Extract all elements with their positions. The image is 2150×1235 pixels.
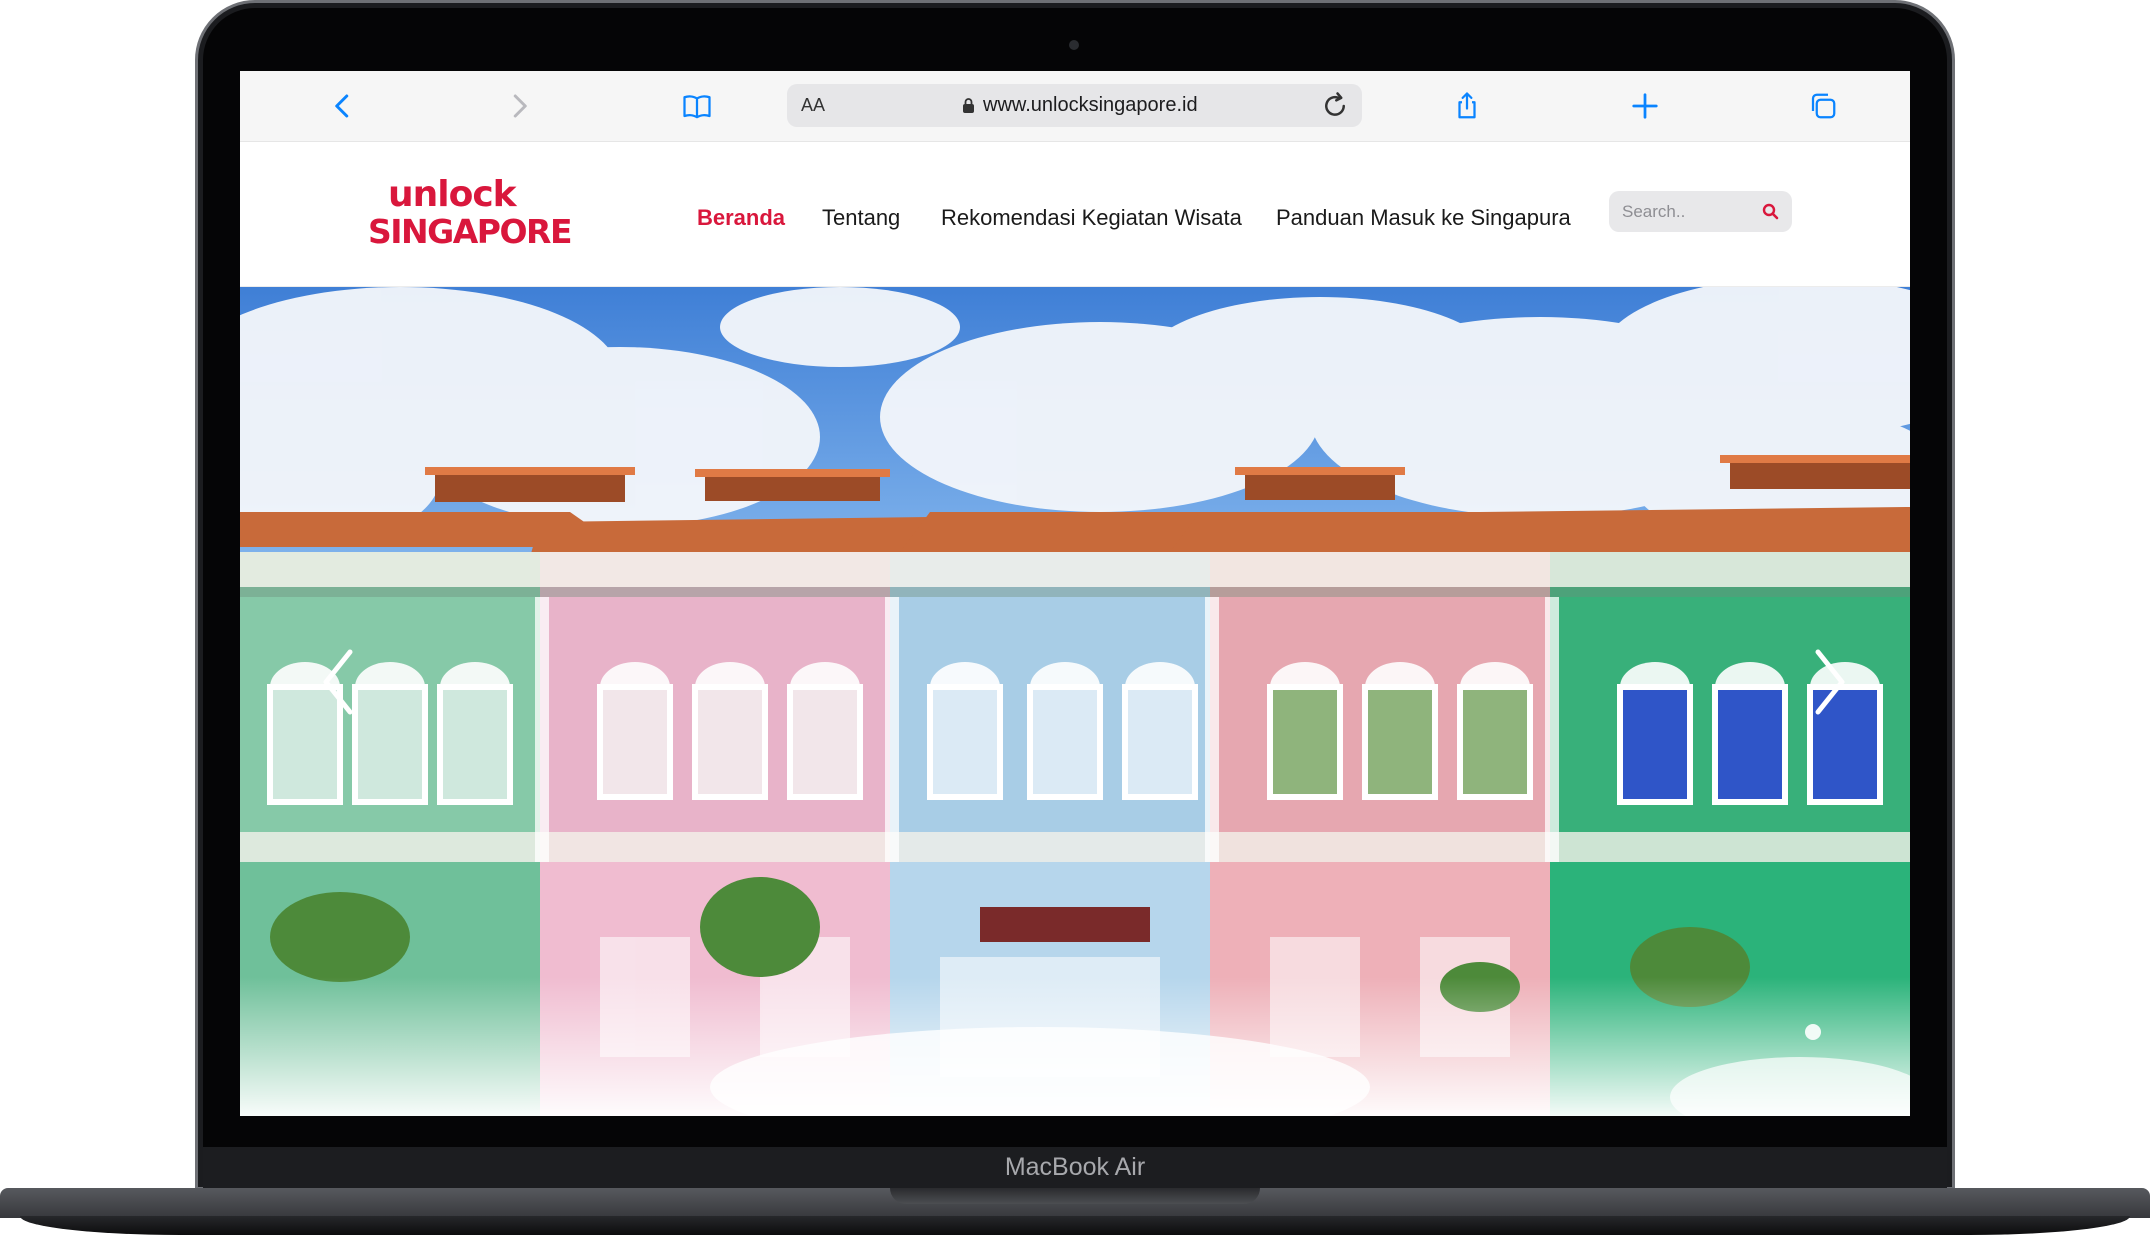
screen: AA www.unlocksingapore.id unlock SINGAPO… (240, 71, 1910, 1116)
site-logo[interactable]: unlock SINGAPORE (368, 174, 572, 253)
nav-item-panduan[interactable]: Panduan Masuk ke Singapura (1276, 205, 1571, 231)
logo-line-1: unlock (388, 174, 517, 215)
nav-item-beranda[interactable]: Beranda (697, 205, 785, 231)
new-tab-icon[interactable] (1628, 89, 1662, 123)
tabs-icon[interactable] (1806, 89, 1840, 123)
carousel-indicator[interactable] (1805, 1024, 1821, 1040)
forward-icon[interactable] (502, 89, 536, 123)
logo-line-2: SINGAPORE (368, 212, 572, 251)
search-placeholder: Search.. (1622, 202, 1686, 221)
laptop-notch (890, 1188, 1260, 1204)
search-icon[interactable] (1761, 202, 1781, 222)
address-bar[interactable]: AA www.unlocksingapore.id (787, 84, 1362, 127)
url-display[interactable]: www.unlocksingapore.id (962, 94, 1198, 117)
laptop-base-bottom (20, 1216, 2130, 1235)
browser-toolbar: AA www.unlocksingapore.id (240, 71, 1910, 142)
back-icon[interactable] (326, 89, 360, 123)
nav-item-tentang[interactable]: Tentang (822, 205, 900, 231)
chevron-right-icon[interactable] (1810, 647, 1850, 717)
reload-icon[interactable] (1318, 89, 1352, 123)
text-size-button[interactable]: AA (801, 95, 825, 116)
url-text: www.unlocksingapore.id (983, 94, 1198, 116)
lock-icon (963, 98, 974, 113)
search-input[interactable]: Search.. (1609, 191, 1792, 232)
hero-carousel[interactable] (240, 287, 1910, 1116)
share-icon[interactable] (1450, 89, 1484, 123)
chevron-left-icon[interactable] (318, 647, 358, 717)
nav-item-rekomendasi[interactable]: Rekomendasi Kegiatan Wisata (941, 205, 1242, 231)
site-header: unlock SINGAPORE Beranda Tentang Rekomen… (240, 142, 1910, 287)
camera-icon (1069, 40, 1079, 50)
model-label: MacBook Air (1004, 1153, 1146, 1181)
bookmarks-icon[interactable] (680, 89, 714, 123)
hero-image (240, 287, 1910, 1116)
